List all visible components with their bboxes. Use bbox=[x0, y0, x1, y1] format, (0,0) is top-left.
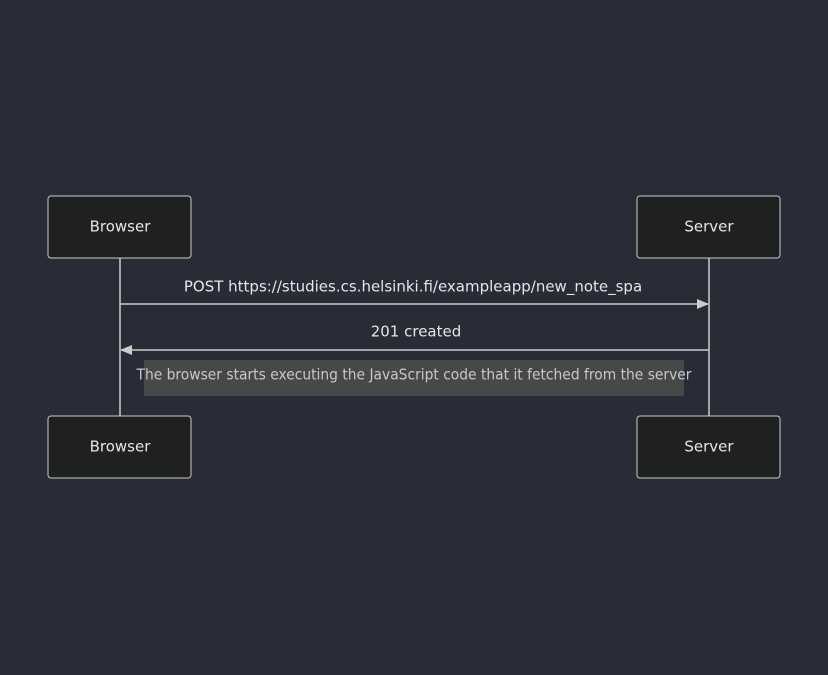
actor-browser-bottom-label: Browser bbox=[90, 438, 152, 456]
sequence-diagram: Browser Server POST https://studies.cs.h… bbox=[47, 195, 781, 479]
actor-server-bottom: Server bbox=[636, 415, 781, 479]
message-201-created-label: 201 created bbox=[371, 323, 462, 341]
message-post-new-note-label: POST https://studies.cs.helsinki.fi/exam… bbox=[184, 278, 642, 297]
actor-server-top-label: Server bbox=[684, 218, 734, 236]
message-201-created: 201 created bbox=[120, 323, 709, 355]
note-text: The browser starts executing the JavaScr… bbox=[136, 366, 693, 384]
actor-browser-top: Browser bbox=[47, 195, 192, 259]
actor-server-bottom-label: Server bbox=[684, 438, 734, 456]
actor-browser-bottom: Browser bbox=[47, 415, 192, 479]
diagram-canvas: Browser Server POST https://studies.cs.h… bbox=[0, 0, 828, 675]
actor-server-top: Server bbox=[636, 195, 781, 259]
actor-browser-top-label: Browser bbox=[90, 218, 152, 236]
message-post-new-note: POST https://studies.cs.helsinki.fi/exam… bbox=[120, 278, 709, 309]
note-javascript-execution: The browser starts executing the JavaScr… bbox=[136, 360, 693, 396]
